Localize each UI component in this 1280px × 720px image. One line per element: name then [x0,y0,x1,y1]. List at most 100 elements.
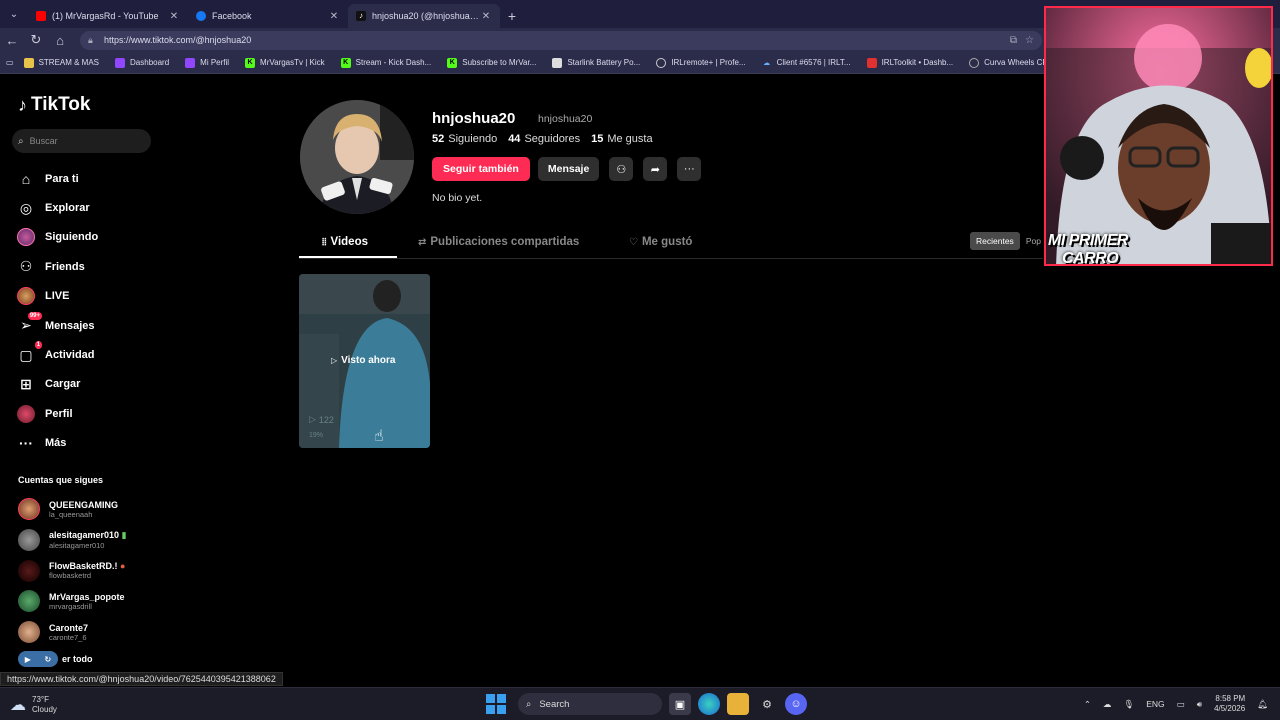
back-arrow-icon[interactable]: ← [0,33,24,48]
refresh-icon[interactable]: ↻ [24,32,48,48]
search-box[interactable]: ⌕ [12,129,151,153]
wheel-icon [969,57,980,68]
task-view-icon[interactable]: ▣ [669,693,691,715]
twitch-icon [185,57,196,68]
nav-item-para-ti[interactable]: ⌂ Para ti [16,164,156,193]
tiktok-icon: ♪ [356,11,366,21]
stat-followers[interactable]: 44 Seguidores [508,133,580,145]
new-tab-plus-icon[interactable]: + [500,4,524,28]
repost-icon: ⇄ [418,236,427,248]
following-account[interactable]: MrVargas_popote mrvargasdrill [18,586,158,617]
close-tab-icon[interactable]: ✕ [168,11,180,22]
tab-liked[interactable]: ♡ Me gustó [629,236,692,248]
sort-popular[interactable]: Pop [1020,232,1047,250]
close-tab-icon[interactable]: ✕ [480,11,492,22]
bookmark-client[interactable]: ☁ Client #6576 | IRLT... [762,58,850,68]
url-field[interactable]: 🔒︎ https://www.tiktok.com/@hnjoshua20 ⧉ … [80,30,1042,50]
account-name-text: alesitagamer010 [49,530,120,541]
weather-widget[interactable]: ☁ 73°F Cloudy [10,695,57,715]
clock[interactable]: 8:58 PM 4/5/2026 [1214,694,1245,714]
sort-recent[interactable]: Recientes [970,232,1020,250]
bookmark-kick-channel[interactable]: K MrVargasTv | Kick [245,57,325,68]
tab-reposts[interactable]: ⇄ Publicaciones compartidas [418,236,579,248]
volume-icon[interactable]: 🔊︎ [1197,699,1202,710]
account-names: MrVargas_popote mrvargasdrill [49,592,125,611]
following-account[interactable]: FlowBasketRD.! ● flowbasketrd [18,555,158,586]
language-indicator[interactable]: ENG [1146,699,1164,709]
tab-tiktok[interactable]: ♪ hnjoshua20 (@hnjoshua20) | TikTok ✕ [348,4,500,28]
nav-item-friends[interactable]: ⚇ Friends [16,252,156,281]
nav-item-mensajes[interactable]: ➢ 99+ Mensajes [16,311,156,340]
more-icon: ··· [19,435,33,452]
weather-text: 73°F Cloudy [32,695,57,715]
search-label: Search [539,698,570,710]
windows-taskbar: ☁ 73°F Cloudy ⌕ Search ▣ ⚙ ☺ ⌃ ☁ 🎙︎ ENG ▭ … [0,687,1280,720]
following-list: QUEENGAMING la_queenaah alesitagamer010 ▮… [18,494,158,647]
bookmark-kick-subscribe[interactable]: K Subscribe to MrVar... [447,57,536,68]
following-account[interactable]: alesitagamer010 ▮ alesitagamer010 [18,525,158,556]
search-input[interactable] [29,136,140,146]
stat-following[interactable]: 52 Siguiendo [432,133,497,145]
bookmark-sidebar-icon[interactable]: ▭ [6,58,14,67]
microphone-icon[interactable]: 🎙︎ [1123,699,1134,710]
windows-start-icon[interactable] [486,694,506,714]
activity-badge: 1 [34,341,42,350]
avatar [18,559,40,582]
nav-label: Cargar [45,378,81,391]
nav-label: Explorar [45,202,90,215]
see-all-link[interactable]: ▶ ↻ er todo [18,651,93,667]
bookmark-mi-perfil[interactable]: Mi Perfil [185,57,229,68]
watched-label: Visto ahora [341,355,396,366]
follow-back-button[interactable]: Seguir también [432,157,530,181]
message-button[interactable]: Mensaje [537,157,600,181]
add-friend-icon[interactable]: ⚇ [609,157,634,181]
tab-videos[interactable]: ⦙⦙ Videos [322,236,368,248]
following-account[interactable]: QUEENGAMING la_queenaah [18,494,158,525]
nav-item-perfil[interactable]: Perfil [16,399,156,428]
notification-bell-icon[interactable]: 🔔︎ [1257,699,1268,710]
account-name: alesitagamer010 ▮ [49,530,127,541]
nav-item-cargar[interactable]: ⊞ Cargar [16,370,156,399]
tab-actions-chevron-icon[interactable]: ⌄ [2,2,26,26]
edge-icon[interactable] [698,693,720,715]
bookmark-stream-mas[interactable]: STREAM & MAS [23,57,99,68]
upload-icon: ⊞ [20,375,32,392]
app-available-icon[interactable]: ⧉ [1010,35,1017,46]
share-icon[interactable]: ➦ [643,157,668,181]
nav-item-explorar[interactable]: ◎ Explorar [16,193,156,222]
video-thumbnail[interactable]: ▷ Visto ahora ▷ 122 19% [299,274,430,448]
home-icon: ⌂ [21,170,31,187]
bookmark-irltoolkit[interactable]: IRLToolkit • Dashb... [866,57,953,68]
file-explorer-icon[interactable] [727,693,749,715]
extension-pill[interactable]: ▶ ↻ [18,651,58,667]
taskbar-search[interactable]: ⌕ Search [518,693,662,715]
bookmark-irlremote[interactable]: IRLremote+ | Profe... [656,57,746,68]
nav-item-mas[interactable]: ··· Más [16,429,156,458]
tab-facebook[interactable]: Facebook ✕ [188,4,348,28]
logo-text: TikTok [31,94,91,115]
nav-item-live[interactable]: LIVE [16,282,156,311]
chevron-up-icon[interactable]: ⌃ [1084,699,1091,710]
more-options-icon[interactable]: ··· [677,157,702,181]
temperature: 73°F [32,695,49,704]
favorite-star-icon[interactable]: ☆ [1025,35,1034,46]
nav-label: Mensajes [45,319,95,332]
bookmark-kick-dashboard[interactable]: K Stream - Kick Dash... [340,57,432,68]
home-icon[interactable]: ⌂ [48,33,72,48]
bookmark-label: Stream - Kick Dash... [355,58,432,67]
tab-youtube[interactable]: (1) MrVargasRd - YouTube ✕ [28,4,188,28]
bookmark-label: Dashboard [130,58,170,67]
profile-avatar[interactable] [300,100,414,214]
nav-item-actividad[interactable]: ▢ 1 Actividad [16,340,156,369]
tiktok-logo[interactable]: ♪ TikTok [18,94,90,116]
nav-item-siguiendo[interactable]: Siguiendo [16,223,156,252]
following-account[interactable]: Caronte7 caronte7_6 [18,617,158,648]
network-icon[interactable]: ☁ [1103,699,1112,710]
bookmark-dashboard[interactable]: Dashboard [115,57,170,68]
app-icon[interactable]: ⚙ [756,693,778,715]
close-tab-icon[interactable]: ✕ [328,11,340,22]
bookmark-starlink[interactable]: Starlink Battery Po... [552,57,640,68]
discord-icon[interactable]: ☺ [785,693,807,715]
account-name-text: FlowBasketRD.! [49,561,118,572]
display-icon[interactable]: ▭ [1177,699,1185,710]
